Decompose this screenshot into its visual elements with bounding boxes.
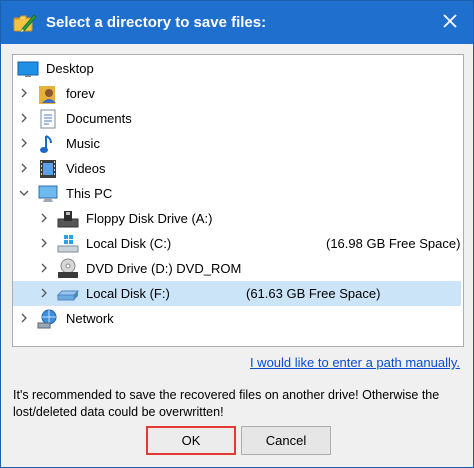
tree-item-desktop[interactable]: Desktop [13,56,461,81]
documents-icon [37,108,59,130]
tree-item-label: Floppy Disk Drive (A:) [86,211,213,226]
close-icon [443,13,457,32]
tree-item-label: Videos [66,161,106,176]
tree-item-label: Desktop [46,61,94,76]
tree-item-documents[interactable]: Documents [13,106,461,131]
chevron-right-icon[interactable] [18,87,30,99]
save-directory-dialog: Select a directory to save files: Deskto… [0,0,474,468]
tree-item-this-pc[interactable]: This PC [13,181,461,206]
chevron-right-icon[interactable] [18,312,30,324]
tree-item-network[interactable]: Network [13,306,461,331]
tree-item-dvd-d[interactable]: DVD Drive (D:) DVD_ROM [13,256,461,281]
free-space: (16.98 GB Free Space) [326,236,461,251]
tree-item-label: DVD Drive (D:) DVD_ROM [86,261,242,276]
folder-pen-icon [13,11,37,35]
close-button[interactable] [427,1,473,44]
computer-icon [37,183,59,205]
tree-item-label: Network [66,311,114,326]
chevron-right-icon[interactable] [38,212,50,224]
chevron-right-icon[interactable] [18,137,30,149]
tree-item-label: Local Disk (F:) [86,286,170,301]
chevron-right-icon[interactable] [38,237,50,249]
tree-item-music[interactable]: Music [13,131,461,156]
title-bar: Select a directory to save files: [1,1,473,44]
recommendation-note: It's recommended to save the recovered f… [13,388,440,419]
directory-tree[interactable]: Desktop forev Documents Music Videos Thi… [12,54,464,347]
tree-item-label: Documents [66,111,132,126]
tree-item-local-disk-c[interactable]: Local Disk (C:) (16.98 GB Free Space) [13,231,461,256]
chevron-right-icon[interactable] [18,112,30,124]
tree-item-label: This PC [66,186,113,201]
tree-item-label: forev [66,86,95,101]
tree-item-floppy-a[interactable]: Floppy Disk Drive (A:) [13,206,461,231]
windows-drive-icon [57,233,79,255]
user-folder-icon [37,83,59,105]
ok-button[interactable]: OK [146,426,236,455]
manual-path-link[interactable]: I would like to enter a path manually. [250,355,460,370]
tree-item-label: Music [66,136,100,151]
tree-item-local-disk-f[interactable]: Local Disk (F:) (61.63 GB Free Space) [13,281,461,306]
chevron-down-icon[interactable] [18,187,30,199]
floppy-drive-icon [57,208,79,230]
network-icon [37,308,59,330]
chevron-right-icon[interactable] [38,287,50,299]
music-icon [37,133,59,155]
videos-icon [37,158,59,180]
free-space: (61.63 GB Free Space) [246,286,381,301]
dvd-drive-icon [57,258,79,280]
dialog-title: Select a directory to save files: [46,14,267,31]
chevron-right-icon[interactable] [18,162,30,174]
cancel-button[interactable]: Cancel [241,426,331,455]
desktop-icon [17,58,39,80]
hard-drive-icon [56,283,80,305]
tree-item-forev[interactable]: forev [13,81,461,106]
tree-item-label: Local Disk (C:) [86,236,172,251]
tree-item-videos[interactable]: Videos [13,156,461,181]
chevron-right-icon[interactable] [38,262,50,274]
